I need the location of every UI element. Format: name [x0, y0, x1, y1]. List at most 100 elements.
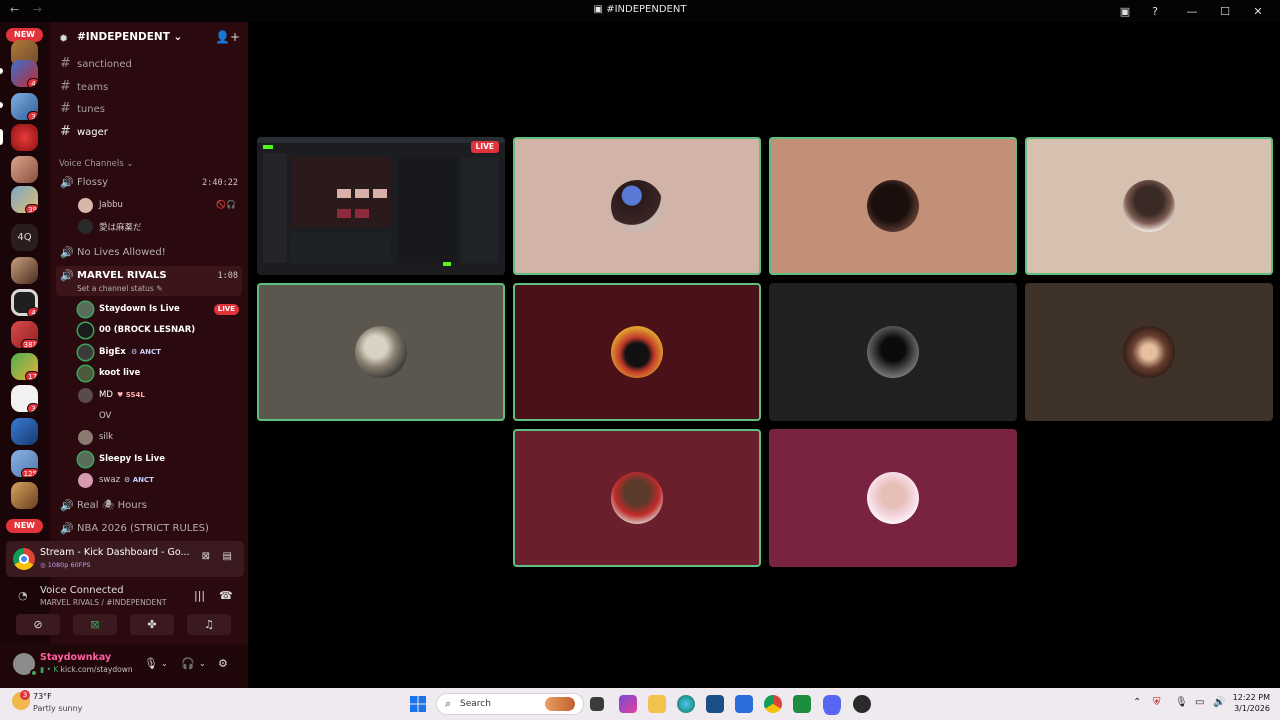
headphones-icon[interactable]: 🎧	[181, 657, 195, 670]
server-icon-10[interactable]: 381	[11, 321, 38, 348]
member-jabbu[interactable]: Jabbu 🚫🎧	[77, 195, 242, 215]
new-badge-bottom: NEW	[6, 519, 43, 533]
member-silk[interactable]: silk	[77, 427, 242, 447]
disconnect-icon[interactable]: ☎	[219, 589, 233, 602]
server-icon-13[interactable]	[11, 418, 38, 445]
app-icon-2[interactable]	[793, 695, 811, 713]
speaker-icon: 🔊	[60, 499, 74, 512]
avatar	[78, 452, 93, 467]
server-icon-5[interactable]	[11, 156, 38, 183]
channel-tunes[interactable]: # tunes	[56, 100, 242, 120]
camera-off-button[interactable]: ⊘	[16, 614, 60, 635]
member-swaz[interactable]: swaz ⚙ ANCT	[77, 470, 242, 490]
taskbar-clock[interactable]: 12:22 PM 3/1/2026	[1226, 692, 1270, 714]
member-brock[interactable]: 00 (BROCK LESNAR)	[77, 320, 242, 340]
video-tile-2[interactable]	[769, 137, 1017, 275]
noise-suppression-icon[interactable]: |||	[194, 589, 205, 602]
activities-button[interactable]: ✤	[130, 614, 174, 635]
voice-channel-nba[interactable]: 🔊 NBA 2026 (STRICT RULES)	[56, 519, 242, 539]
maximize-button[interactable]: ☐	[1214, 5, 1236, 18]
video-tile-9[interactable]	[769, 429, 1017, 567]
member-md[interactable]: MD ♥ SS4L	[77, 385, 242, 405]
discord-taskbar-icon[interactable]	[823, 695, 841, 713]
network-icon[interactable]: ▭	[1195, 697, 1204, 708]
member-sleepy[interactable]: Sleepy Is Live	[77, 449, 242, 469]
server-icon-3[interactable]: 3	[11, 93, 38, 120]
store-icon[interactable]	[706, 695, 724, 713]
avatar	[78, 323, 93, 338]
server-icon-4[interactable]	[11, 124, 38, 151]
windows-start-icon[interactable]	[410, 696, 426, 712]
volume-icon[interactable]: 🔊	[1213, 697, 1225, 708]
show-hidden-icons[interactable]: ⌃	[1133, 697, 1141, 708]
server-header[interactable]: ✹ #INDEPENDENT ⌄ 👤+	[50, 22, 248, 54]
microphone-icon[interactable]: 🎙	[144, 657, 158, 670]
inbox-icon[interactable]: ▣	[1110, 5, 1140, 18]
connection-signal-icon[interactable]: ◔	[18, 589, 28, 602]
server-icon-14[interactable]: 125	[11, 450, 38, 477]
file-explorer-icon[interactable]	[648, 695, 666, 713]
mic-tray-icon[interactable]: 🎙	[1175, 697, 1188, 708]
video-tile-8[interactable]	[513, 429, 761, 567]
task-view-icon[interactable]	[590, 697, 604, 711]
help-icon[interactable]: ?	[1140, 5, 1170, 18]
stream-panel[interactable]: Stream - Kick Dashboard - Go... ◎ 1080p …	[6, 541, 244, 577]
voice-channel-flossy[interactable]: 🔊 Flossy 2:40:22	[56, 173, 242, 193]
close-button[interactable]: ✕	[1236, 5, 1280, 18]
stop-stream-icon[interactable]: ⊠	[202, 551, 210, 562]
voice-channels-category[interactable]: Voice Channels ⌄	[59, 159, 133, 169]
voice-channel-label: Real 🕷 Hours	[77, 500, 147, 511]
video-tile-4[interactable]	[257, 283, 505, 421]
hash-icon: #	[60, 79, 71, 94]
member-staydown[interactable]: Staydown Is Live LIVE	[77, 299, 242, 319]
security-tray-icon[interactable]: ⛨	[1153, 697, 1161, 708]
video-tile-5[interactable]	[513, 283, 761, 421]
outlook-icon[interactable]	[735, 695, 753, 713]
app-icon-3[interactable]	[853, 695, 871, 713]
voice-channel-no-lives[interactable]: 🔊 No Lives Allowed!	[56, 243, 242, 263]
server-icon-2[interactable]: 4	[11, 60, 38, 87]
soundboard-button[interactable]: ♫	[187, 614, 231, 635]
clan-tag: ⚙ ANCT	[131, 348, 161, 356]
app-icon-1[interactable]	[619, 695, 637, 713]
voice-location[interactable]: MARVEL RIVALS / #INDEPENDENT	[40, 598, 166, 607]
stream-tile[interactable]: LIVE	[257, 137, 505, 275]
server-icon-11[interactable]: 17	[11, 353, 38, 380]
server-badge-icon: ✹	[59, 32, 69, 45]
member-koot[interactable]: koot live	[77, 363, 242, 383]
user-settings-gear-icon[interactable]: ⚙	[218, 657, 228, 670]
server-icon-8[interactable]	[11, 257, 38, 284]
weather-condition[interactable]: Partly sunny	[33, 704, 82, 713]
minimize-button[interactable]: —	[1170, 5, 1214, 18]
server-icon-6[interactable]: 39	[11, 186, 38, 213]
chevron-down-icon[interactable]: ⌄	[161, 659, 168, 668]
channel-teams[interactable]: # teams	[56, 78, 242, 98]
avatar	[78, 219, 93, 234]
chevron-down-icon[interactable]: ⌄	[199, 659, 206, 668]
voice-connected-panel: ◔ Voice Connected MARVEL RIVALS / #INDEP…	[0, 579, 248, 641]
video-tile-7[interactable]	[1025, 283, 1273, 421]
screen-share-button[interactable]: ⊠	[73, 614, 117, 635]
server-icon-9[interactable]: 4	[11, 289, 38, 316]
stream-title: Stream - Kick Dashboard - Go...	[40, 547, 190, 558]
server-icon-7[interactable]: 4Q	[11, 224, 38, 251]
invite-people-icon[interactable]: 👤+	[215, 30, 240, 44]
channel-status[interactable]: Set a channel status ✎	[77, 284, 162, 293]
member-ov[interactable]: OV	[77, 406, 242, 426]
video-tile-3[interactable]	[1025, 137, 1273, 275]
taskbar-search[interactable]: ⌕ Search	[436, 693, 584, 715]
channel-wager[interactable]: # wager	[56, 123, 242, 143]
weather-temperature[interactable]: 73°F	[33, 692, 52, 701]
stream-settings-icon[interactable]: ▤	[223, 551, 232, 562]
channel-sanctioned[interactable]: # sanctioned	[56, 55, 242, 75]
member-love-drug[interactable]: 愛は麻薬だ	[77, 216, 242, 236]
server-icon: ▣	[593, 4, 607, 15]
chrome-taskbar-icon[interactable]	[764, 695, 782, 713]
video-tile-1[interactable]	[513, 137, 761, 275]
server-icon-15[interactable]	[11, 482, 38, 509]
voice-channel-real-hours[interactable]: 🔊 Real 🕷 Hours	[56, 496, 242, 516]
edge-icon[interactable]	[677, 695, 695, 713]
member-bigex[interactable]: BigEx ⚙ ANCT	[77, 342, 242, 362]
video-tile-6[interactable]	[769, 283, 1017, 421]
server-icon-12[interactable]: 3	[11, 385, 38, 412]
